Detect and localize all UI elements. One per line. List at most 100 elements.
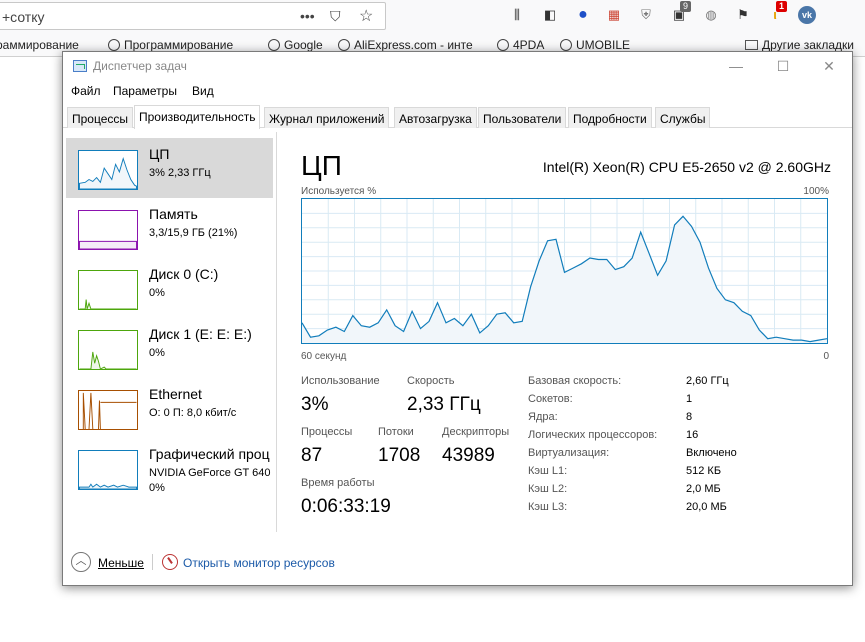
usage-label: Использование [301, 375, 380, 387]
ethernet-thumbnail [78, 390, 138, 430]
badge-extension-icon[interactable]: ▣ 9 [670, 1, 692, 24]
menu-file[interactable]: Файл [71, 84, 101, 98]
ellipsis-icon[interactable]: ••• [300, 8, 315, 24]
tab-services[interactable]: Службы [655, 107, 711, 128]
sidebar-item-ethernet[interactable]: Ethernet О: 0 П: 8,0 кбит/с [66, 378, 273, 438]
bookmark-folder[interactable]: Другие закладки [745, 38, 854, 52]
spec-value: 512 КБ [686, 465, 722, 477]
spec-label: Кэш L2: [528, 483, 568, 495]
disk1-thumbnail [78, 330, 138, 370]
sidebar-gpu-model: NVIDIA GeForce GT 640 [149, 467, 271, 479]
processes-label: Процессы [301, 426, 353, 438]
sidebar-gpu-usage: 0% [149, 482, 165, 494]
menu-view[interactable]: Вид [192, 84, 214, 98]
sidebar-item-cpu[interactable]: ЦП 3% 2,33 ГГц [66, 138, 273, 198]
bookmark-item[interactable]: UMOBILE [560, 38, 630, 52]
globe-icon[interactable]: ◍ [702, 6, 720, 24]
blue-dot-icon[interactable]: ● [574, 6, 592, 24]
footer-divider [152, 554, 153, 570]
globe-icon [497, 39, 509, 51]
graph-time-left: 60 секунд [301, 351, 347, 362]
sidebar-item-disk1[interactable]: Диск 1 (E: E: E:) 0% [66, 318, 273, 378]
colorful-extension-icon[interactable]: ▦ [605, 6, 623, 24]
processes-value: 87 [301, 445, 323, 466]
graph-label: Используется % [301, 186, 377, 197]
spec-label: Кэш L1: [528, 465, 568, 477]
pocket-icon[interactable]: ⛉ [330, 8, 341, 25]
sidebar-icon[interactable]: ◧ [541, 6, 559, 24]
sidebar-cpu-title: ЦП [149, 146, 170, 162]
address-bar[interactable]: +сотку ••• ⛉ ☆ [0, 2, 386, 30]
disk0-thumbnail [78, 270, 138, 310]
speed-label: Скорость [407, 375, 455, 387]
spec-label: Ядра: [528, 411, 558, 423]
uptime-label: Время работы [301, 477, 375, 489]
tab-performance[interactable]: Производительность [134, 105, 261, 129]
menu-bar: Файл Параметры Вид [63, 81, 852, 101]
resource-list: ЦП 3% 2,33 ГГц Память 3,3/15,9 ГБ (21%) … [66, 132, 276, 532]
bookmark-item[interactable]: Google [268, 38, 323, 52]
cpu-details-panel: ЦП Intel(R) Xeon(R) CPU E5-2650 v2 @ 2.6… [301, 132, 831, 532]
tab-processes[interactable]: Процессы [67, 107, 134, 128]
open-resource-monitor-link[interactable]: Открыть монитор ресурсов [183, 556, 335, 570]
shield-question-icon[interactable]: ⛨ [637, 6, 655, 24]
close-button[interactable]: ✕ [806, 52, 852, 81]
sidebar-gpu-title: Графический проц [149, 446, 270, 462]
handles-value: 43989 [442, 445, 495, 466]
globe-icon [338, 39, 350, 51]
cpu-usage-graph [301, 198, 828, 344]
cpu-model: Intel(R) Xeon(R) CPU E5-2650 v2 @ 2.60GH… [542, 159, 831, 175]
chevron-up-icon[interactable]: ︿ [71, 552, 91, 572]
bookmark-item[interactable]: Программирование [108, 38, 233, 52]
window-title: Диспетчер задач [93, 59, 187, 73]
uptime-value: 0:06:33:19 [301, 496, 391, 517]
badge-count: 9 [680, 1, 692, 12]
resource-monitor-icon[interactable] [162, 554, 178, 570]
gpu-thumbnail [78, 450, 138, 490]
bookmark-item[interactable]: 4PDA [497, 38, 544, 52]
minimize-button[interactable]: — [713, 52, 759, 81]
title-bar[interactable]: Диспетчер задач — ☐ ✕ [63, 52, 852, 81]
sidebar-divider [276, 132, 277, 532]
notification-count: 1 [776, 1, 788, 12]
address-bar-text: +сотку [2, 9, 45, 25]
usage-value: 3% [301, 394, 329, 415]
tab-users[interactable]: Пользователи [478, 107, 567, 128]
star-icon[interactable]: ☆ [359, 6, 373, 26]
footer: ︿ Меньше Открыть монитор ресурсов [63, 549, 852, 585]
bookmark-item[interactable]: AliExpress.com - инте [338, 38, 473, 52]
sidebar-item-gpu[interactable]: Графический проц NVIDIA GeForce GT 640 0… [66, 438, 273, 498]
spec-value: 20,0 МБ [686, 501, 727, 513]
notification-icon[interactable]: ι 1 [766, 1, 788, 24]
tab-app-history[interactable]: Журнал приложений [264, 107, 390, 128]
spec-label: Базовая скорость: [528, 375, 622, 387]
graph-max-label: 100% [803, 186, 829, 197]
sidebar-item-memory[interactable]: Память 3,3/15,9 ГБ (21%) [66, 198, 273, 258]
bookmark-item[interactable]: раммирование [0, 38, 79, 52]
sidebar-disk0-title: Диск 0 (C:) [149, 266, 219, 282]
sidebar-cpu-sub: 3% 2,33 ГГц [149, 167, 211, 179]
handles-label: Дескрипторы [442, 426, 510, 438]
library-icon[interactable]: ⫼ [508, 6, 526, 24]
sidebar-ethernet-title: Ethernet [149, 386, 202, 402]
threads-label: Потоки [378, 426, 414, 438]
menu-options[interactable]: Параметры [113, 84, 177, 98]
spec-value: 2,0 МБ [686, 483, 721, 495]
spec-value: 16 [686, 429, 699, 441]
maximize-button[interactable]: ☐ [760, 52, 806, 81]
task-manager-window: Диспетчер задач — ☐ ✕ Файл Параметры Вид… [62, 51, 853, 586]
spec-label: Сокетов: [528, 393, 573, 405]
sidebar-item-disk0[interactable]: Диск 0 (C:) 0% [66, 258, 273, 318]
tab-startup[interactable]: Автозагрузка [394, 107, 477, 128]
spec-label: Виртуализация: [528, 447, 610, 459]
sidebar-ethernet-sub: О: 0 П: 8,0 кбит/с [149, 407, 237, 419]
flag-icon[interactable]: ⚑ [734, 6, 752, 24]
vk-icon[interactable]: vk [798, 6, 816, 24]
spec-label: Логических процессоров: [528, 429, 658, 441]
sidebar-disk0-sub: 0% [149, 287, 165, 299]
sidebar-disk1-title: Диск 1 (E: E: E:) [149, 326, 252, 342]
sidebar-memory-title: Память [149, 206, 198, 222]
tab-details[interactable]: Подробности [568, 107, 652, 128]
tab-bar: Процессы Производительность Журнал прило… [63, 105, 852, 129]
fewer-details-link[interactable]: Меньше [98, 556, 144, 570]
